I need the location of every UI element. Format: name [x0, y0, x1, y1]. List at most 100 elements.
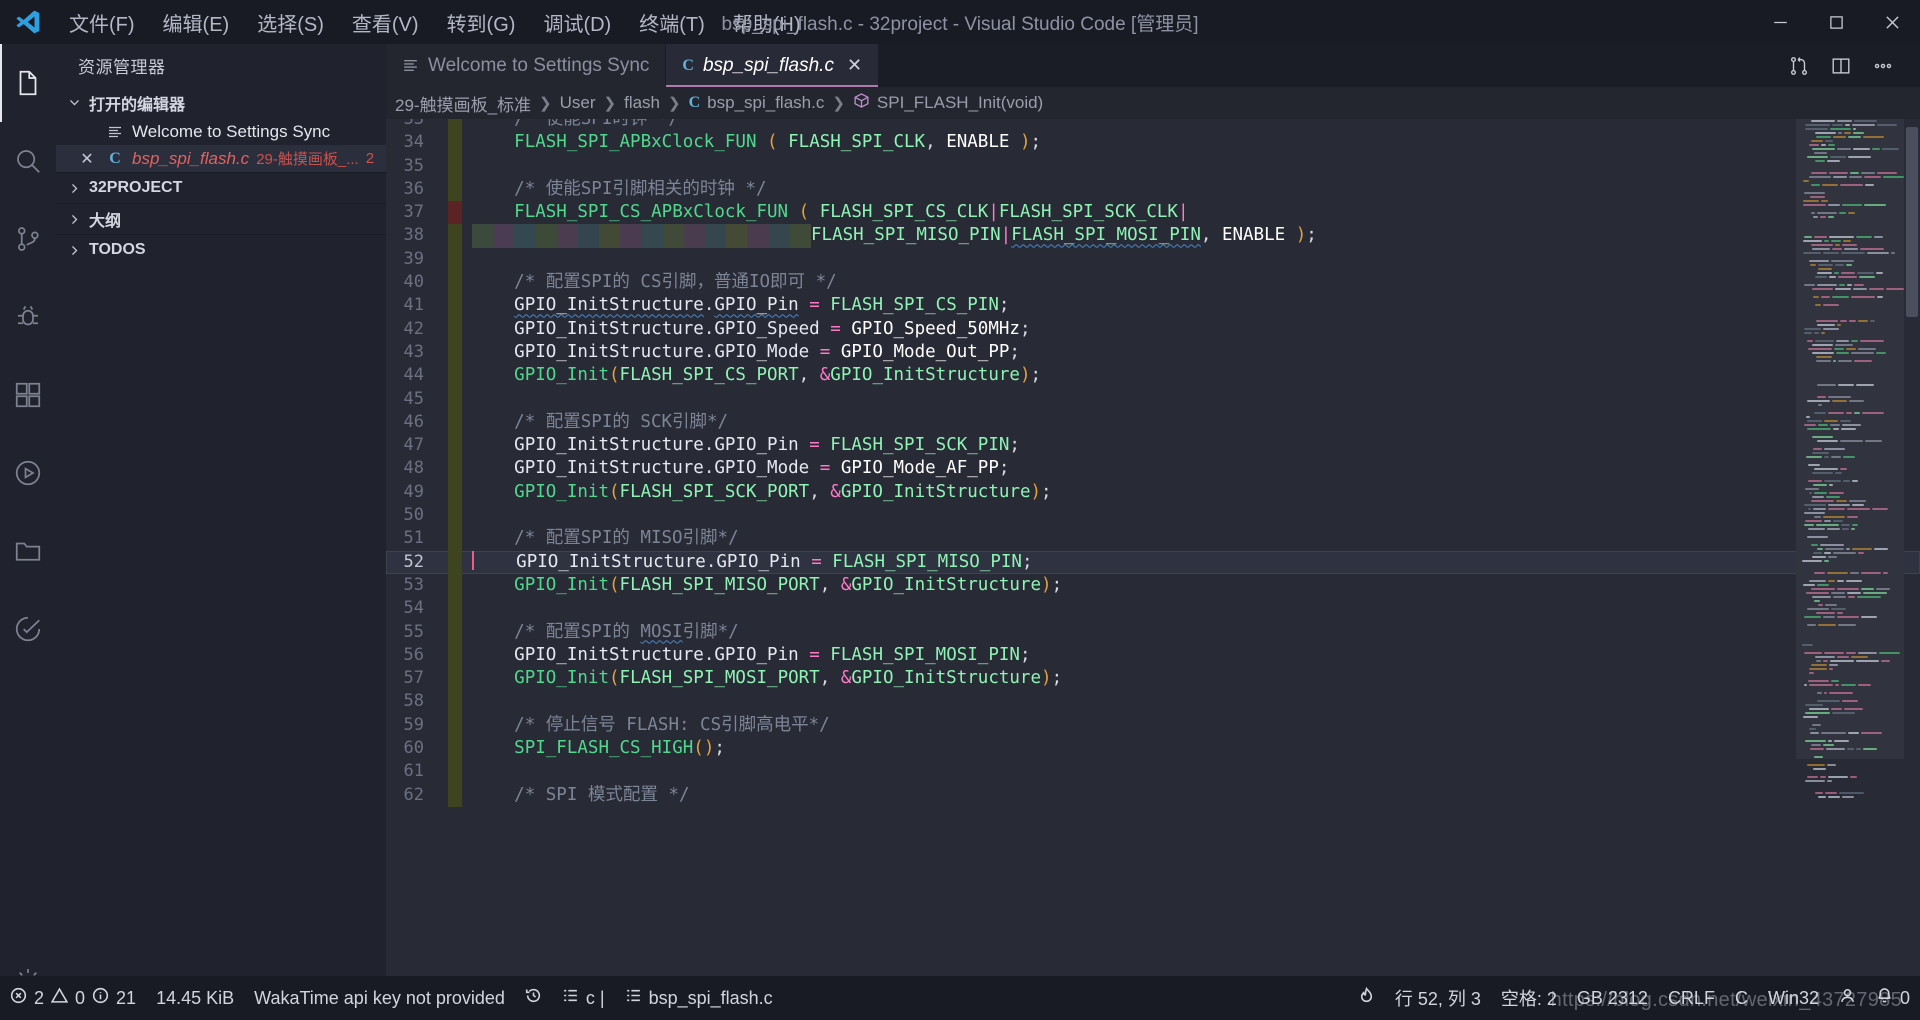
status-file-size[interactable]: 14.45 KiB [146, 976, 244, 1020]
breadcrumb-item-symbol[interactable]: SPI_FLASH_Init(void) [850, 92, 1046, 114]
vertical-scrollbar[interactable] [1904, 119, 1920, 1020]
code-line[interactable]: 58 [386, 690, 1920, 714]
ellipsis-icon[interactable] [1862, 44, 1904, 87]
menu-edit[interactable]: 编辑(E) [150, 3, 243, 42]
status-wakatime[interactable]: WakaTime api key not provided [244, 976, 515, 1020]
breadcrumb[interactable]: 29-触摸画板_标准 ❯ User ❯ flash ❯ C bsp_spi_fl… [386, 87, 1920, 119]
code-line[interactable]: 33 /* 使能SPI时钟 */ [386, 119, 1920, 132]
code-line[interactable]: 61 [386, 760, 1920, 784]
status-outline-language[interactable]: c | [552, 976, 615, 1020]
activity-bar[interactable] [0, 44, 56, 1020]
menu-debug[interactable]: 调试(D) [530, 3, 624, 42]
scrollbar-thumb[interactable] [1906, 127, 1918, 317]
code-token: FLASH_SPI_SCK_PIN [830, 435, 1010, 456]
status-encoding[interactable]: GB 2312 [1567, 976, 1658, 1020]
code-line[interactable]: 36 /* 使能SPI引脚相关的时钟 */ [386, 177, 1920, 202]
code-line[interactable]: 57 GPIO_Init(FLASH_SPI_MOSI_PORT, &GPIO_… [386, 667, 1920, 691]
close-icon[interactable]: ✕ [847, 55, 862, 76]
section-32project[interactable]: 32PROJECT [56, 172, 386, 203]
code-token: | [1000, 225, 1012, 246]
breadcrumb-item-user[interactable]: User [557, 93, 599, 113]
sidebar-item-remote[interactable] [0, 512, 56, 590]
code-token: FLASH_SPI_MISO_PIN [832, 551, 1022, 572]
code-line[interactable]: 54 [386, 597, 1920, 621]
sidebar-item-search[interactable] [0, 122, 56, 200]
status-outline-file[interactable]: bsp_spi_flash.c [615, 976, 783, 1020]
code-line[interactable]: 49 GPIO_Init(FLASH_SPI_SCK_PORT, &GPIO_I… [386, 480, 1920, 505]
code-line[interactable]: 52 GPIO_InitStructure.GPIO_Pin = FLASH_S… [386, 550, 1920, 574]
sidebar-item-debug[interactable] [0, 278, 56, 356]
close-icon[interactable]: ✕ [76, 149, 98, 169]
minimap[interactable] [1796, 119, 1904, 1020]
code-line[interactable]: 39 [386, 247, 1920, 272]
sidebar-item-explorer[interactable] [0, 44, 56, 122]
maximize-icon[interactable] [1808, 0, 1864, 44]
code-line[interactable]: 34 FLASH_SPI_APBxClock_FUN ( FLASH_SPI_C… [386, 131, 1920, 155]
minimap-slider[interactable] [1796, 119, 1904, 759]
code-line[interactable]: 59 /* 停止信号 FLASH: CS引脚高电平*/ [386, 713, 1920, 738]
window-controls[interactable] [1752, 0, 1920, 44]
sidebar-item-testing[interactable] [0, 590, 56, 668]
minimize-icon[interactable] [1752, 0, 1808, 44]
code-line[interactable]: 38 FLASH_SPI_MISO_PIN|FLASH_SPI_MOSI_PIN,… [386, 224, 1920, 248]
code-line[interactable]: 37 FLASH_SPI_CS_APBxClock_FUN ( FLASH_SP… [386, 201, 1920, 225]
code-line[interactable]: 51 /* 配置SPI的 MISO引脚*/ [386, 527, 1920, 551]
code-line[interactable]: 50 [386, 504, 1920, 528]
code-line[interactable]: 55 /* 配置SPI的 MOSI引脚*/ [386, 620, 1920, 644]
tab-bsp-spi-flash-c[interactable]: C bsp_spi_flash.c ✕ [666, 44, 880, 87]
breadcrumb-item-project[interactable]: 29-触摸画板_标准 [392, 91, 534, 116]
code-line[interactable]: 42 GPIO_InitStructure.GPIO_Speed = GPIO_… [386, 317, 1920, 341]
code-line[interactable]: 45 [386, 387, 1920, 411]
list-item[interactable]: Welcome to Settings Sync [56, 118, 386, 145]
tab-welcome-settings-sync[interactable]: Welcome to Settings Sync [386, 44, 667, 87]
code-line[interactable]: 56 GPIO_InitStructure.GPIO_Pin = FLASH_S… [386, 643, 1920, 668]
code-line[interactable]: 60 SPI_FLASH_CS_HIGH(); [386, 737, 1920, 761]
section-open-editors[interactable]: 打开的编辑器 [56, 87, 386, 118]
sidebar-item-run[interactable] [0, 434, 56, 512]
code-scroll-area[interactable]: 33 /* 使能SPI时钟 */34 FLASH_SPI_APBxClock_F… [386, 119, 1920, 1020]
code-token: MOSI [640, 621, 683, 642]
code-line[interactable]: 40 /* 配置SPI的 CS引脚，普通IO即可 */ [386, 271, 1920, 295]
status-indentation[interactable]: 空格: 2 [1491, 976, 1567, 1020]
code-line[interactable]: 47 GPIO_InitStructure.GPIO_Pin = FLASH_S… [386, 434, 1920, 458]
breadcrumb-item-file[interactable]: C bsp_spi_flash.c [686, 93, 828, 113]
list-item[interactable]: ✕ C bsp_spi_flash.c 29-触摸画板_... 2 [56, 145, 386, 172]
menu-selection[interactable]: 选择(S) [244, 3, 337, 42]
menu-terminal[interactable]: 终端(T) [626, 3, 718, 42]
split-editor-icon[interactable] [1820, 44, 1862, 87]
code-lines[interactable]: 33 /* 使能SPI时钟 */34 FLASH_SPI_APBxClock_F… [386, 119, 1920, 807]
status-history[interactable] [515, 976, 552, 1020]
menu-bar[interactable]: 文件(F) 编辑(E) 选择(S) 查看(V) 转到(G) 调试(D) 终端(T… [56, 3, 814, 42]
code-line[interactable]: 48 GPIO_InitStructure.GPIO_Mode = GPIO_M… [386, 457, 1920, 481]
status-platform[interactable]: Win32 [1758, 976, 1829, 1020]
status-power-mode[interactable] [1348, 976, 1385, 1020]
code-line[interactable]: 41 GPIO_InitStructure.GPIO_Pin = FLASH_S… [386, 294, 1920, 318]
menu-go[interactable]: 转到(G) [434, 3, 529, 42]
code-token: ( [608, 574, 620, 595]
section-outline[interactable]: 大纲 [56, 203, 386, 234]
code-line[interactable]: 44 GPIO_Init(FLASH_SPI_CS_PORT, &GPIO_In… [386, 364, 1920, 388]
code-editor[interactable]: 33 /* 使能SPI时钟 */34 FLASH_SPI_APBxClock_F… [386, 119, 1920, 1020]
code-line[interactable]: 46 /* 配置SPI的 SCK引脚*/ [386, 410, 1920, 435]
sidebar-item-source-control[interactable] [0, 200, 56, 278]
close-icon[interactable] [1864, 0, 1920, 44]
status-language-mode[interactable]: C [1725, 976, 1758, 1020]
status-cursor-position[interactable]: 行 52, 列 3 [1385, 976, 1491, 1020]
status-problems[interactable]: 2 0 21 [0, 976, 146, 1020]
editor-actions[interactable] [1778, 44, 1920, 87]
menu-view[interactable]: 查看(V) [339, 3, 432, 42]
code-line[interactable]: 35 [386, 154, 1920, 178]
code-line[interactable]: 62 /* SPI 模式配置 */ [386, 783, 1920, 807]
section-todos[interactable]: TODOS [56, 234, 386, 265]
status-eol[interactable]: CRLF [1658, 976, 1725, 1020]
menu-file[interactable]: 文件(F) [56, 3, 148, 42]
status-accounts[interactable] [1829, 976, 1866, 1020]
compare-icon[interactable] [1778, 44, 1820, 87]
code-line[interactable]: 43 GPIO_InitStructure.GPIO_Mode = GPIO_M… [386, 340, 1920, 365]
line-number: 55 [403, 621, 424, 642]
breadcrumb-item-flash[interactable]: flash [621, 93, 663, 113]
sidebar-item-extensions[interactable] [0, 356, 56, 434]
status-notifications[interactable]: 0 [1866, 976, 1920, 1020]
code-line[interactable]: 53 GPIO_Init(FLASH_SPI_MISO_PORT, &GPIO_… [386, 573, 1920, 598]
menu-help[interactable]: 帮助(H) [720, 3, 814, 42]
